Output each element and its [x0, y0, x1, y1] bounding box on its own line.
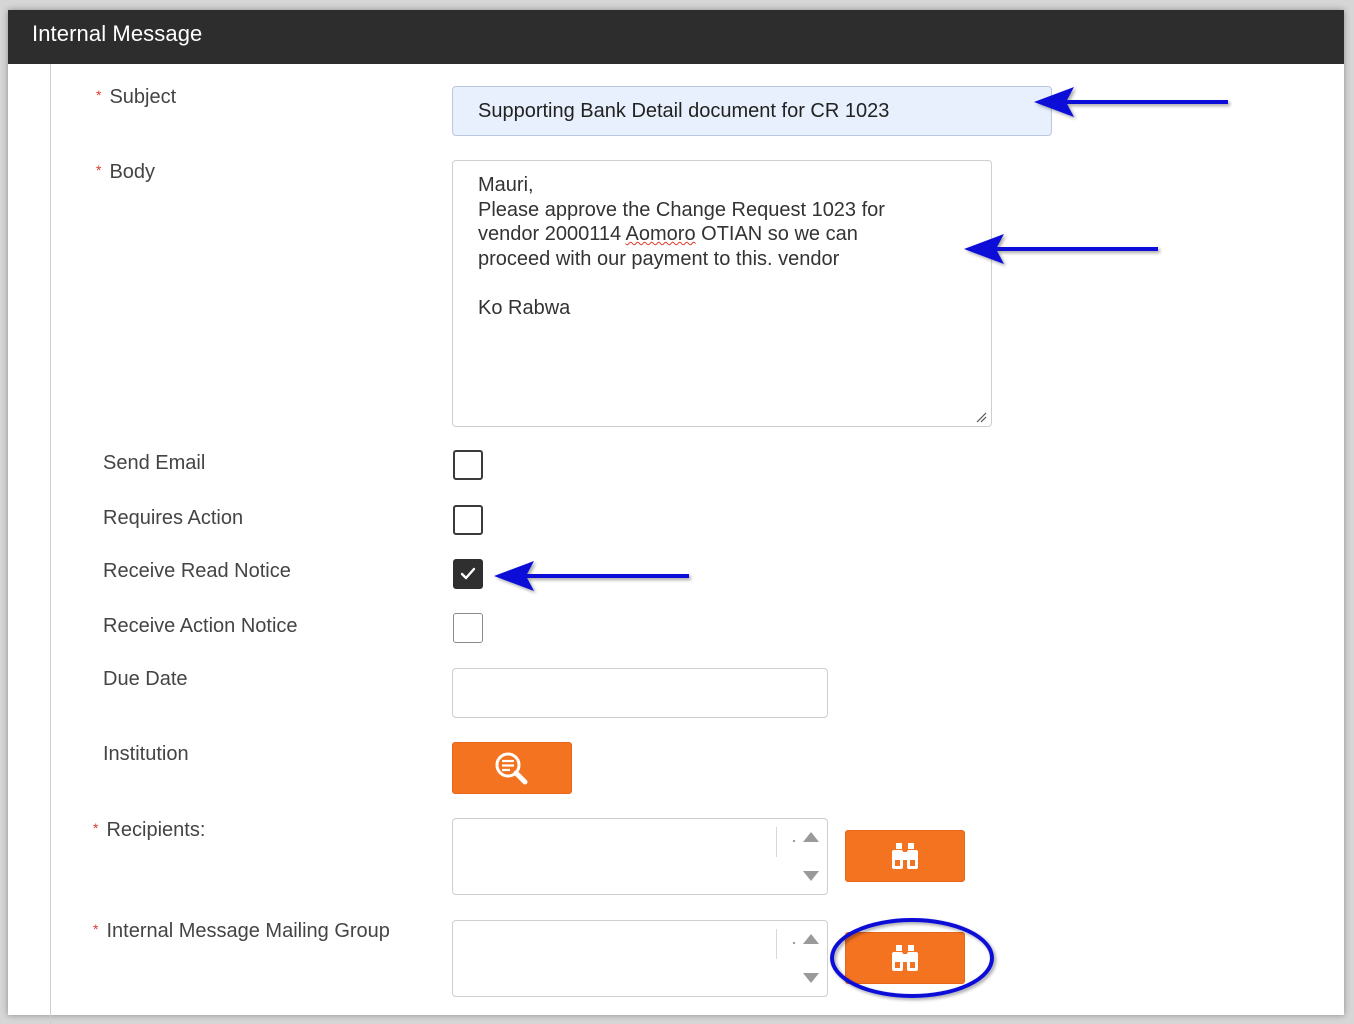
binoculars-icon: [892, 945, 918, 971]
body-line: Please approve the Change Request 1023 f…: [478, 198, 885, 221]
body-line: Ko Rabwa: [478, 296, 571, 319]
receive-action-notice-label: Receive Action Notice: [103, 615, 298, 637]
due-date-input[interactable]: [452, 668, 828, 718]
recipients-lookup-button[interactable]: [845, 830, 965, 882]
body-line: vendor 2000114 Aomoro OTIAN so we can: [478, 222, 981, 247]
body-line: [478, 271, 981, 296]
requires-action-checkbox[interactable]: [453, 505, 483, 535]
receive-action-notice-checkbox[interactable]: [453, 613, 483, 643]
body-label-text: Body: [109, 161, 156, 183]
send-email-checkbox[interactable]: [453, 450, 483, 480]
subject-input[interactable]: Supporting Bank Detail document for CR 1…: [452, 86, 1052, 136]
listbox-separator: [776, 827, 777, 857]
institution-search-button[interactable]: [452, 742, 572, 794]
subject-label: * Subject: [96, 86, 176, 109]
body-line: proceed with our payment to this. vendor: [478, 247, 840, 270]
scroll-up-icon[interactable]: [803, 934, 819, 944]
recipients-label: * Recipients:: [93, 819, 205, 842]
listbox-separator: [776, 929, 777, 959]
receive-read-notice-label: Receive Read Notice: [103, 560, 291, 582]
mailing-group-lookup-button[interactable]: [845, 932, 965, 984]
scroll-up-icon[interactable]: [803, 832, 819, 842]
mailing-group-listbox[interactable]: [452, 920, 828, 997]
form-left-border: [50, 64, 51, 1024]
check-icon: [460, 567, 476, 580]
required-marker: *: [93, 820, 99, 836]
required-marker: *: [96, 162, 102, 178]
body-text: vendor 2000114: [478, 223, 626, 245]
recipients-label-text: Recipients:: [106, 819, 206, 841]
resize-grip-icon[interactable]: [975, 411, 987, 423]
required-marker: *: [96, 87, 102, 103]
body-textarea[interactable]: Mauri, Please approve the Change Request…: [452, 160, 992, 427]
body-label: * Body: [96, 161, 155, 184]
required-marker: *: [93, 921, 99, 937]
requires-action-label: Requires Action: [103, 507, 244, 529]
institution-label: Institution: [103, 743, 189, 765]
listbox-dot: [793, 942, 795, 944]
mailing-group-label: * Internal Message Mailing Group: [93, 920, 390, 943]
internal-message-panel: Internal Message * Subject Supporting Ban…: [8, 10, 1344, 1024]
recipients-listbox[interactable]: [452, 818, 828, 895]
listbox-dot: [793, 840, 795, 842]
body-text: OTIAN so we can: [695, 223, 858, 245]
due-date-label: Due Date: [103, 668, 188, 690]
panel-title: Internal Message: [32, 21, 203, 46]
binoculars-icon: [892, 843, 918, 869]
subject-label-text: Subject: [109, 86, 177, 108]
scroll-down-icon[interactable]: [803, 871, 819, 881]
scroll-down-icon[interactable]: [803, 973, 819, 983]
search-document-icon: [495, 752, 528, 785]
receive-read-notice-checkbox[interactable]: [453, 559, 483, 589]
body-line: Mauri,: [478, 174, 534, 196]
panel-header: Internal Message: [8, 10, 1344, 64]
misspelled-word: Aomoro: [625, 223, 696, 245]
mailing-group-label-text: Internal Message Mailing Group: [106, 920, 390, 942]
send-email-label: Send Email: [103, 452, 206, 474]
